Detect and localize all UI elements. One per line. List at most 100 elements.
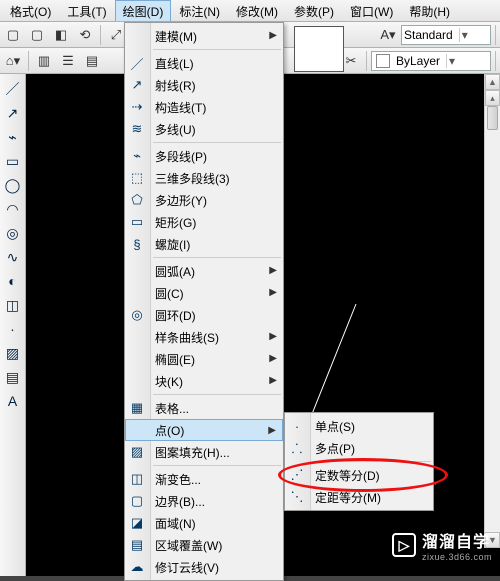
mi-label: 点(O) (155, 422, 184, 439)
blank-icon (129, 329, 145, 345)
tb1-btn-1[interactable]: ▢ (2, 24, 24, 46)
menubar-item-dim[interactable]: 标注(N) (171, 0, 228, 21)
submenu-arrow-icon: ▶ (269, 375, 277, 386)
point-submenu: · 单点(S) ⸫ 多点(P) ⋰ 定数等分(D) ⋱ 定距等分(M) (284, 412, 434, 511)
mi-single-point[interactable]: · 单点(S) (285, 415, 433, 437)
boundary-icon: ▢ (129, 493, 145, 509)
mi-ellipse[interactable]: 椭圆(E) ▶ (125, 348, 283, 370)
3dpline-icon: ⬚ (129, 170, 145, 186)
mi-gradient[interactable]: ◫ 渐变色... (125, 468, 283, 490)
mi-modeling[interactable]: 建模(M) ▶ (125, 25, 283, 47)
lt-point[interactable]: · (2, 318, 24, 340)
mi-region[interactable]: ◪ 面域(N) (125, 512, 283, 534)
mi-block[interactable]: 块(K) ▶ (125, 370, 283, 392)
menu-sep (153, 257, 281, 258)
lt-spline[interactable]: ∿ (2, 246, 24, 268)
mi-boundary[interactable]: ▢ 边界(B)... (125, 490, 283, 512)
mi-spline[interactable]: 样条曲线(S) ▶ (125, 326, 283, 348)
lt-circle[interactable]: ◯ (2, 174, 24, 196)
mi-table[interactable]: ▦ 表格... (125, 397, 283, 419)
lt-donut[interactable]: ◎ (2, 222, 24, 244)
lt-pline[interactable]: ⌁ (2, 126, 24, 148)
scroll-nudge-btn[interactable]: ▴ (485, 90, 500, 106)
watermark-title: 溜溜自学 (422, 528, 492, 552)
dropdown-arrow-icon: ▾ (446, 54, 460, 68)
mi-label: 矩形(G) (155, 214, 196, 231)
tb1-btn-std1[interactable]: A▾ (377, 24, 399, 46)
mi-measure[interactable]: ⋱ 定距等分(M) (285, 486, 433, 508)
mi-label: 定距等分(M) (315, 489, 381, 506)
tb2-btn-3[interactable]: ☰ (57, 50, 79, 72)
mi-hatch[interactable]: ▨ 图案填充(H)... (125, 441, 283, 463)
lt-ellipse[interactable]: ◐ (2, 270, 24, 292)
draw-menu: 建模(M) ▶ ／ 直线(L) ↗ 射线(R) ⇢ 构造线(T) ≋ 多线(U)… (124, 22, 284, 581)
vertical-scrollbar[interactable]: ▲ ▴ ▼ (484, 74, 500, 548)
mi-pline[interactable]: ⌁ 多段线(P) (125, 145, 283, 167)
lt-ray[interactable]: ↗ (2, 102, 24, 124)
mi-helix[interactable]: § 螺旋(I) (125, 233, 283, 255)
xline-icon: ⇢ (129, 99, 145, 115)
mi-label: 直线(L) (155, 55, 194, 72)
mi-divide[interactable]: ⋰ 定数等分(D) (285, 464, 433, 486)
mi-rect[interactable]: ▭ 矩形(G) (125, 211, 283, 233)
tb2-home[interactable]: ⌂▾ (2, 50, 24, 72)
lt-block[interactable]: ◫ (2, 294, 24, 316)
menu-sep (153, 142, 281, 143)
mi-donut[interactable]: ◎ 圆环(D) (125, 304, 283, 326)
scroll-thumb[interactable] (487, 106, 498, 130)
mi-label: 区域覆盖(W) (155, 537, 222, 554)
region-icon: ◪ (129, 515, 145, 531)
mi-multi-point[interactable]: ⸫ 多点(P) (285, 437, 433, 459)
mi-arc[interactable]: 圆弧(A) ▶ (125, 260, 283, 282)
blank-icon (129, 351, 145, 367)
lt-arc[interactable]: ◠ (2, 198, 24, 220)
bylayer-combo[interactable]: ByLayer ▾ (371, 51, 491, 71)
menu-sep (153, 394, 281, 395)
tb1-btn-2[interactable]: ▢ (26, 24, 48, 46)
mi-mline[interactable]: ≋ 多线(U) (125, 118, 283, 140)
submenu-arrow-icon: ▶ (269, 265, 277, 276)
menubar-item-tools[interactable]: 工具(T) (59, 0, 114, 21)
mi-wipeout[interactable]: ▤ 区域覆盖(W) (125, 534, 283, 556)
standard-combo[interactable]: Standard ▾ (401, 25, 491, 45)
standard-combo-value: Standard (402, 28, 459, 42)
lt-hatch[interactable]: ▨ (2, 342, 24, 364)
mi-circle[interactable]: 圆(C) ▶ (125, 282, 283, 304)
mi-point[interactable]: 点(O) ▶ (125, 419, 283, 441)
hatch-icon: ▨ (129, 444, 145, 460)
menubar-item-help[interactable]: 帮助(H) (401, 0, 458, 21)
tb-sep (366, 51, 367, 71)
mi-label: 多段线(P) (155, 148, 207, 165)
mi-label: 三维多段线(3) (155, 170, 230, 187)
mi-label: 椭圆(E) (155, 351, 195, 368)
tb2-btn-2[interactable]: ▥ (33, 50, 55, 72)
menubar-item-window[interactable]: 窗口(W) (342, 0, 401, 21)
mi-label: 多点(P) (315, 440, 355, 457)
lt-region[interactable]: ▤ (2, 366, 24, 388)
lt-line[interactable]: ／ (2, 78, 24, 100)
menubar-item-modify[interactable]: 修改(M) (228, 0, 286, 21)
scroll-track[interactable] (485, 106, 500, 532)
mi-3dpline[interactable]: ⬚ 三维多段线(3) (125, 167, 283, 189)
menubar-item-format[interactable]: 格式(O) (2, 0, 59, 21)
donut-icon: ◎ (129, 307, 145, 323)
menubar-item-draw[interactable]: 绘图(D) (115, 0, 172, 21)
tb1-btn-3[interactable]: ◧ (50, 24, 72, 46)
mi-label: 边界(B)... (155, 493, 205, 510)
menubar-item-param[interactable]: 参数(P) (286, 0, 342, 21)
mi-ray[interactable]: ↗ 射线(R) (125, 74, 283, 96)
mi-polygon[interactable]: ⬠ 多边形(Y) (125, 189, 283, 211)
tb2-btn-4[interactable]: ▤ (81, 50, 103, 72)
mi-label: 定数等分(D) (315, 467, 380, 484)
lt-rect[interactable]: ▭ (2, 150, 24, 172)
watermark: ▷ 溜溜自学 zixue.3d66.com (392, 528, 492, 562)
mi-line[interactable]: ／ 直线(L) (125, 52, 283, 74)
mi-xline[interactable]: ⇢ 构造线(T) (125, 96, 283, 118)
scroll-up-btn[interactable]: ▲ (485, 74, 500, 90)
line-icon: ／ (129, 55, 145, 71)
mi-label: 修订云线(V) (155, 559, 219, 576)
tb1-btn-4[interactable]: ⟲ (74, 24, 96, 46)
mi-revcloud[interactable]: ☁ 修订云线(V) (125, 556, 283, 578)
mi-label: 射线(R) (155, 77, 196, 94)
lt-text[interactable]: A (2, 390, 24, 412)
